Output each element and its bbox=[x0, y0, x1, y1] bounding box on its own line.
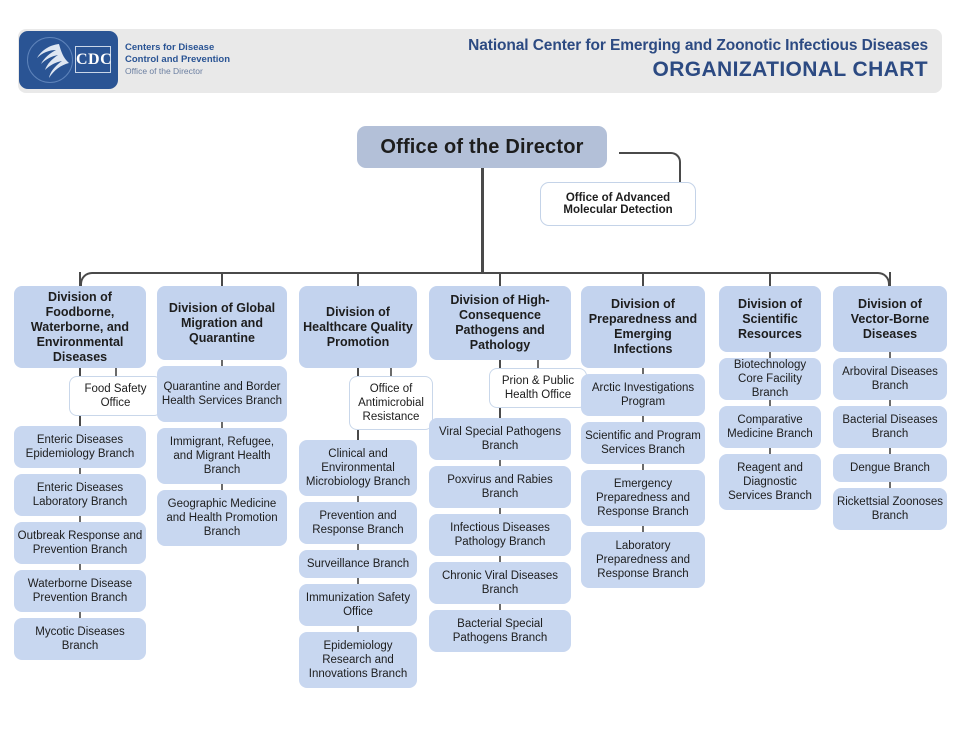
branch-box-5-0[interactable]: Biotechnology Core Facility Branch bbox=[719, 358, 821, 400]
branch-box-5-1-label: Comparative Medicine Branch bbox=[727, 414, 813, 440]
branch-box-2-2-label: Surveillance Branch bbox=[306, 558, 410, 570]
division-office-stub-0 bbox=[114, 368, 117, 376]
hhs-swoosh-icon bbox=[37, 44, 69, 78]
division-office-box-3-label: Prion & Public Health Office bbox=[501, 375, 575, 401]
cdc-agency-name: Centers for Disease Control and Preventi… bbox=[125, 42, 305, 78]
branch-box-4-2[interactable]: Emergency Preparedness and Response Bran… bbox=[581, 470, 705, 526]
division-office-box-0[interactable]: Food Safety Office bbox=[69, 376, 162, 416]
branch-box-1-1[interactable]: Immigrant, Refugee, and Migrant Health B… bbox=[157, 428, 287, 484]
branch-box-3-3[interactable]: Chronic Viral Diseases Branch bbox=[429, 562, 571, 604]
division-box-5-label: Division of Scientific Resources bbox=[738, 296, 802, 341]
branch-box-2-4[interactable]: Epidemiology Research and Innovations Br… bbox=[299, 632, 417, 688]
branch-box-6-0-label: Arboviral Diseases Branch bbox=[842, 366, 938, 392]
division-box-3-label: Division of High-Consequence Pathogens a… bbox=[450, 293, 550, 352]
branch-box-6-1-label: Bacterial Diseases Branch bbox=[842, 414, 938, 440]
office-advanced-molecular-detection-box[interactable]: Office of Advanced Molecular Detection bbox=[540, 182, 696, 226]
office-advanced-molecular-detection-box-label: Office of Advanced Molecular Detection bbox=[563, 192, 673, 216]
division-box-2[interactable]: Division of Healthcare Quality Promotion bbox=[299, 286, 417, 368]
title-line-1: National Center for Emerging and Zoonoti… bbox=[468, 37, 928, 54]
agency-line-1: Centers for Disease bbox=[125, 42, 215, 53]
division-box-6-label: Division of Vector-Borne Diseases bbox=[850, 296, 930, 341]
branch-box-6-2-label: Dengue Branch bbox=[850, 462, 930, 474]
branch-box-4-2-label: Emergency Preparedness and Response Bran… bbox=[596, 478, 690, 518]
branch-box-4-3-label: Laboratory Preparedness and Response Bra… bbox=[596, 540, 690, 580]
branch-box-1-1-label: Immigrant, Refugee, and Migrant Health B… bbox=[169, 436, 275, 476]
division-office-box-0-label: Food Safety Office bbox=[84, 383, 147, 409]
agency-line-3: Office of the Director bbox=[125, 66, 203, 76]
division-box-4[interactable]: Division of Preparedness and Emerging In… bbox=[581, 286, 705, 368]
branch-box-0-3-label: Waterborne Disease Prevention Branch bbox=[27, 578, 133, 604]
branch-box-4-1[interactable]: Scientific and Program Services Branch bbox=[581, 422, 705, 464]
cdc-logo: CDC bbox=[19, 31, 118, 89]
branch-box-3-4[interactable]: Bacterial Special Pathogens Branch bbox=[429, 610, 571, 652]
division-box-6[interactable]: Division of Vector-Borne Diseases bbox=[833, 286, 947, 352]
branch-box-6-2[interactable]: Dengue Branch bbox=[833, 454, 947, 482]
branch-box-1-2[interactable]: Geographic Medicine and Health Promotion… bbox=[157, 490, 287, 546]
branch-box-0-3[interactable]: Waterborne Disease Prevention Branch bbox=[14, 570, 146, 612]
branch-box-5-0-label: Biotechnology Core Facility Branch bbox=[733, 359, 807, 399]
branch-box-3-1[interactable]: Poxvirus and Rabies Branch bbox=[429, 466, 571, 508]
branch-box-2-3-label: Immunization Safety Office bbox=[305, 592, 411, 618]
branch-box-6-0[interactable]: Arboviral Diseases Branch bbox=[833, 358, 947, 400]
branch-box-6-1[interactable]: Bacterial Diseases Branch bbox=[833, 406, 947, 448]
branch-box-0-1-label: Enteric Diseases Laboratory Branch bbox=[32, 482, 128, 508]
branch-box-0-4[interactable]: Mycotic Diseases Branch bbox=[14, 618, 146, 660]
branch-box-2-1-label: Prevention and Response Branch bbox=[312, 510, 404, 536]
branch-box-0-4-label: Mycotic Diseases Branch bbox=[35, 626, 125, 652]
division-box-0[interactable]: Division of Foodborne, Waterborne, and E… bbox=[14, 286, 146, 368]
division-office-stub-2 bbox=[390, 368, 392, 376]
division-office-box-3[interactable]: Prion & Public Health Office bbox=[489, 368, 587, 408]
branch-box-5-2[interactable]: Reagent and Diagnostic Services Branch bbox=[719, 454, 821, 510]
branch-box-2-4-label: Epidemiology Research and Innovations Br… bbox=[308, 640, 408, 680]
division-office-stub-3 bbox=[537, 360, 539, 368]
branch-box-4-1-label: Scientific and Program Services Branch bbox=[585, 430, 701, 456]
page-title: National Center for Emerging and Zoonoti… bbox=[468, 37, 928, 82]
branch-box-3-2-label: Infectious Diseases Pathology Branch bbox=[450, 522, 550, 548]
division-office-box-2[interactable]: Office of Antimicrobial Resistance bbox=[349, 376, 433, 430]
branch-box-0-1[interactable]: Enteric Diseases Laboratory Branch bbox=[14, 474, 146, 516]
director-to-oamd-connector bbox=[619, 152, 681, 182]
branch-box-2-2[interactable]: Surveillance Branch bbox=[299, 550, 417, 578]
branch-box-2-0[interactable]: Clinical and Environmental Microbiology … bbox=[299, 440, 417, 496]
division-box-4-label: Division of Preparedness and Emerging In… bbox=[588, 297, 698, 356]
branch-box-0-0[interactable]: Enteric Diseases Epidemiology Branch bbox=[14, 426, 146, 468]
division-box-5[interactable]: Division of Scientific Resources bbox=[719, 286, 821, 352]
director-trunk-line bbox=[481, 168, 484, 272]
branch-box-3-1-label: Poxvirus and Rabies Branch bbox=[447, 474, 553, 500]
division-box-1-label: Division of Global Migration and Quarant… bbox=[168, 300, 276, 345]
branch-box-0-2-label: Outbreak Response and Prevention Branch bbox=[17, 530, 143, 556]
branch-box-6-3-label: Rickettsial Zoonoses Branch bbox=[836, 496, 944, 522]
director-box[interactable]: Office of the Director bbox=[357, 126, 607, 168]
branch-box-0-2[interactable]: Outbreak Response and Prevention Branch bbox=[14, 522, 146, 564]
division-box-1[interactable]: Division of Global Migration and Quarant… bbox=[157, 286, 287, 360]
title-line-2: ORGANIZATIONAL CHART bbox=[652, 58, 928, 81]
director-box-label: Office of the Director bbox=[380, 135, 584, 158]
branch-box-2-0-label: Clinical and Environmental Microbiology … bbox=[305, 448, 411, 488]
branch-box-5-1[interactable]: Comparative Medicine Branch bbox=[719, 406, 821, 448]
branch-box-6-3[interactable]: Rickettsial Zoonoses Branch bbox=[833, 488, 947, 530]
branch-box-4-3[interactable]: Laboratory Preparedness and Response Bra… bbox=[581, 532, 705, 588]
branch-box-3-0-label: Viral Special Pathogens Branch bbox=[439, 426, 561, 452]
branch-box-5-2-label: Reagent and Diagnostic Services Branch bbox=[728, 462, 812, 502]
branch-box-3-0[interactable]: Viral Special Pathogens Branch bbox=[429, 418, 571, 460]
cdc-wordmark-plate: CDC bbox=[75, 46, 112, 73]
division-box-3[interactable]: Division of High-Consequence Pathogens a… bbox=[429, 286, 571, 360]
branch-box-3-2[interactable]: Infectious Diseases Pathology Branch bbox=[429, 514, 571, 556]
branch-box-4-0[interactable]: Arctic Investigations Program bbox=[581, 374, 705, 416]
branch-box-3-4-label: Bacterial Special Pathogens Branch bbox=[452, 618, 548, 644]
branch-box-0-0-label: Enteric Diseases Epidemiology Branch bbox=[25, 434, 135, 460]
branch-box-4-0-label: Arctic Investigations Program bbox=[591, 382, 695, 408]
branch-box-1-0-label: Quarantine and Border Health Services Br… bbox=[161, 381, 283, 407]
division-box-0-label: Division of Foodborne, Waterborne, and E… bbox=[30, 289, 130, 364]
branch-box-1-0[interactable]: Quarantine and Border Health Services Br… bbox=[157, 366, 287, 422]
branch-box-3-3-label: Chronic Viral Diseases Branch bbox=[441, 570, 559, 596]
agency-line-2: Control and Prevention bbox=[125, 53, 231, 65]
branch-box-2-1[interactable]: Prevention and Response Branch bbox=[299, 502, 417, 544]
branch-box-2-3[interactable]: Immunization Safety Office bbox=[299, 584, 417, 626]
division-office-box-2-label: Office of Antimicrobial Resistance bbox=[358, 383, 424, 423]
branch-box-1-2-label: Geographic Medicine and Health Promotion… bbox=[166, 498, 278, 538]
division-box-2-label: Division of Healthcare Quality Promotion bbox=[303, 304, 413, 349]
